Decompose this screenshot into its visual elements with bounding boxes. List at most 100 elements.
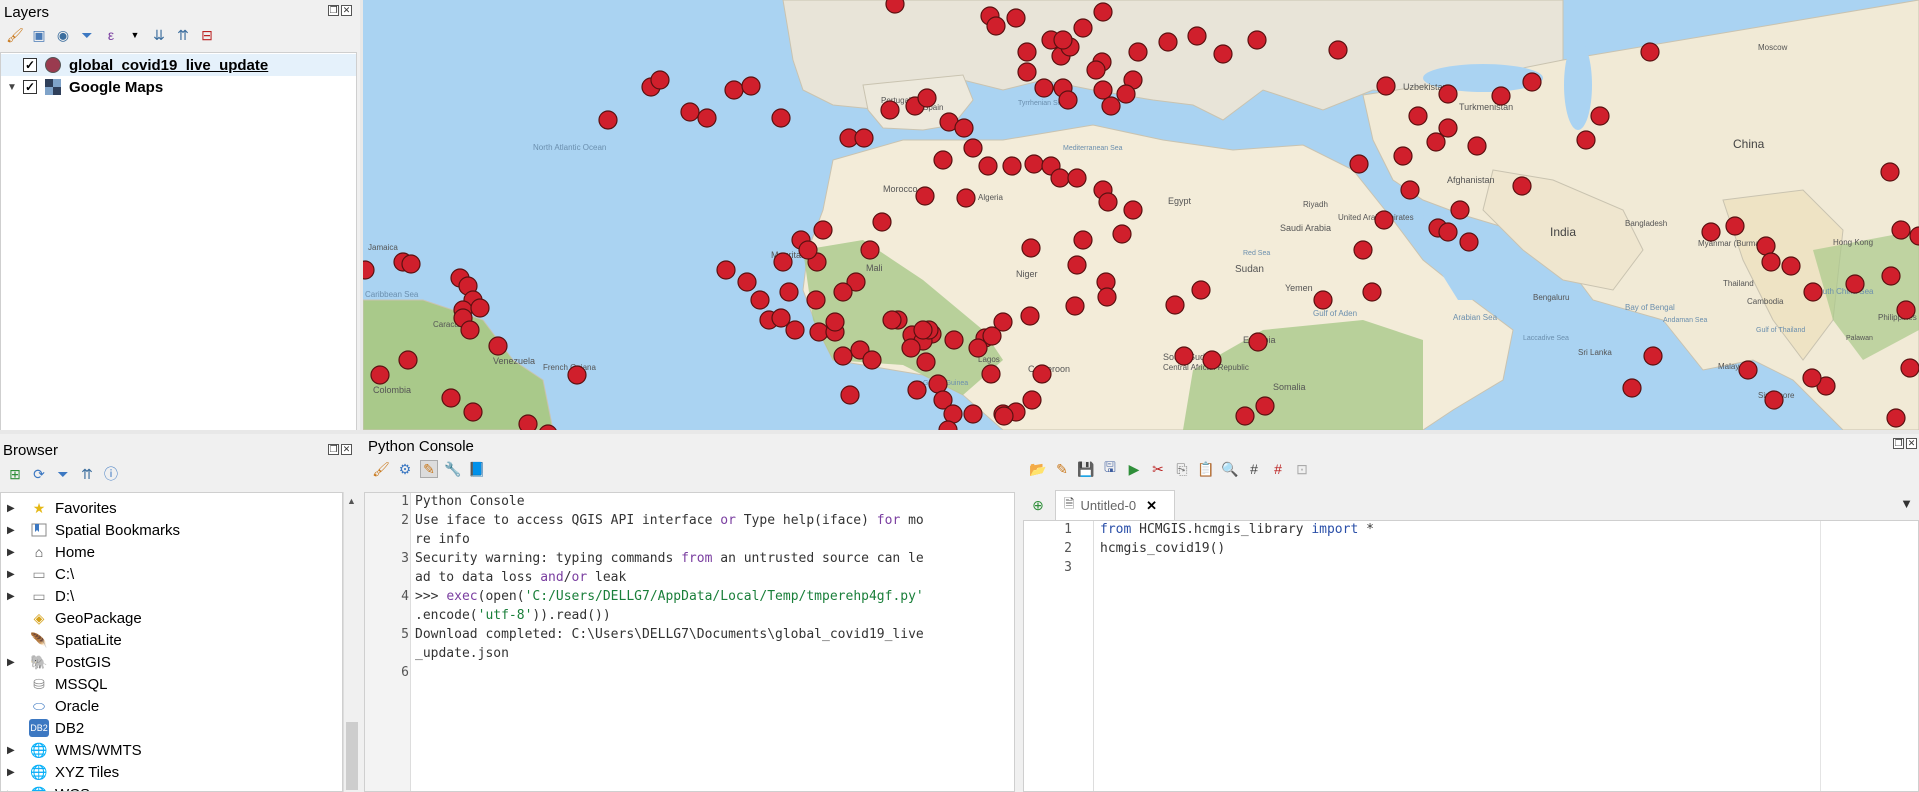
covid-point-marker[interactable]: [1738, 360, 1758, 380]
covid-point-marker[interactable]: [901, 338, 921, 358]
expand-arrow-icon[interactable]: ▶: [7, 591, 21, 602]
covid-point-marker[interactable]: [1067, 168, 1087, 188]
covid-point-marker[interactable]: [488, 336, 508, 356]
covid-point-marker[interactable]: [1725, 216, 1745, 236]
style-brush-icon[interactable]: 🖌: [6, 26, 24, 44]
covid-point-marker[interactable]: [1756, 236, 1776, 256]
covid-point-marker[interactable]: [741, 76, 761, 96]
manage-map-themes-icon[interactable]: ◉: [54, 26, 72, 44]
covid-point-marker[interactable]: [779, 282, 799, 302]
covid-point-marker[interactable]: [809, 322, 829, 342]
covid-point-marker[interactable]: [401, 254, 421, 274]
collapse-all-icon[interactable]: ⇈: [174, 26, 192, 44]
covid-point-marker[interactable]: [771, 108, 791, 128]
covid-point-marker[interactable]: [862, 350, 882, 370]
covid-point-marker[interactable]: [1174, 346, 1194, 366]
expand-arrow-icon[interactable]: ▶: [7, 745, 21, 756]
filter-icon[interactable]: ⏷: [54, 465, 72, 483]
covid-point-marker[interactable]: [833, 282, 853, 302]
code-editor[interactable]: 1 2 3 from HCMGIS.hcmgis_library import * h…: [1023, 520, 1919, 792]
covid-point-marker[interactable]: [650, 70, 670, 90]
covid-point-marker[interactable]: [724, 80, 744, 100]
covid-point-marker[interactable]: [813, 220, 833, 240]
covid-point-marker[interactable]: [825, 312, 845, 332]
covid-point-marker[interactable]: [1426, 132, 1446, 152]
covid-point-marker[interactable]: [860, 240, 880, 260]
covid-point-marker[interactable]: [1328, 40, 1348, 60]
browser-item-oracle[interactable]: ⬭ Oracle: [1, 695, 99, 717]
covid-point-marker[interactable]: [1191, 280, 1211, 300]
covid-point-marker[interactable]: [1438, 222, 1458, 242]
covid-point-marker[interactable]: [1024, 154, 1044, 174]
covid-point-marker[interactable]: [968, 338, 988, 358]
browser-item-d[interactable]: ▶ ▭ D:\: [1, 585, 74, 607]
open-file-icon[interactable]: 📂: [1029, 460, 1047, 478]
browser-item-spatialite[interactable]: 🪶 SpatiaLite: [1, 629, 121, 651]
covid-point-marker[interactable]: [441, 388, 461, 408]
open-in-external-editor-icon[interactable]: ✎: [1053, 460, 1071, 478]
covid-point-marker[interactable]: [1097, 287, 1117, 307]
new-tab-icon[interactable]: ⊕: [1029, 496, 1047, 514]
map-canvas[interactable]: North Atlantic Ocean Sudan Morocco Mauri…: [363, 0, 1919, 430]
covid-point-marker[interactable]: [716, 260, 736, 280]
close-icon[interactable]: ✕: [341, 444, 352, 455]
layer-item-covid[interactable]: ✓ global_covid19_live_update: [1, 54, 356, 76]
covid-point-marker[interactable]: [1093, 80, 1113, 100]
covid-point-marker[interactable]: [1781, 256, 1801, 276]
layer-visibility-checkbox[interactable]: ✓: [23, 58, 37, 72]
covid-point-marker[interactable]: [1128, 42, 1148, 62]
covid-point-marker[interactable]: [785, 320, 805, 340]
covid-point-marker[interactable]: [1248, 332, 1268, 352]
covid-point-marker[interactable]: [1393, 146, 1413, 166]
covid-point-marker[interactable]: [1891, 220, 1911, 240]
run-script-icon[interactable]: ▶: [1125, 460, 1143, 478]
covid-point-marker[interactable]: [1073, 18, 1093, 38]
filter-legend-icon[interactable]: ⏷: [78, 26, 96, 44]
cut-icon[interactable]: ✂: [1149, 460, 1167, 478]
covid-point-marker[interactable]: [1400, 180, 1420, 200]
covid-point-marker[interactable]: [1900, 358, 1919, 378]
covid-point-marker[interactable]: [963, 404, 983, 424]
covid-point-marker[interactable]: [1022, 390, 1042, 410]
options-icon[interactable]: 🔧: [444, 460, 462, 478]
covid-point-marker[interactable]: [1021, 238, 1041, 258]
covid-point-marker[interactable]: [994, 406, 1014, 426]
browser-item-home[interactable]: ▶ ⌂ Home: [1, 541, 95, 563]
covid-point-marker[interactable]: [882, 310, 902, 330]
covid-point-marker[interactable]: [978, 156, 998, 176]
expand-arrow-icon[interactable]: ▶: [7, 767, 21, 778]
covid-point-marker[interactable]: [1643, 346, 1663, 366]
expand-arrow-icon[interactable]: ▼: [1, 82, 23, 93]
covid-point-marker[interactable]: [1761, 252, 1781, 272]
covid-point-marker[interactable]: [1701, 222, 1721, 242]
browser-item-mssql[interactable]: ⛁ MSSQL: [1, 673, 107, 695]
browser-item-postgis[interactable]: ▶ 🐘 PostGIS: [1, 651, 111, 673]
covid-point-marker[interactable]: [1512, 176, 1532, 196]
covid-point-marker[interactable]: [1098, 192, 1118, 212]
covid-point-marker[interactable]: [963, 138, 983, 158]
covid-point-marker[interactable]: [1123, 200, 1143, 220]
covid-point-marker[interactable]: [370, 365, 390, 385]
covid-point-marker[interactable]: [1459, 232, 1479, 252]
tab-untitled-0[interactable]: 🗎 Untitled-0 ✕: [1055, 490, 1175, 520]
covid-point-marker[interactable]: [1802, 368, 1822, 388]
covid-point-marker[interactable]: [1032, 364, 1052, 384]
covid-point-marker[interactable]: [1376, 76, 1396, 96]
add-selected-layers-icon[interactable]: ⊞: [6, 465, 24, 483]
covid-point-marker[interactable]: [773, 252, 793, 272]
layer-visibility-checkbox[interactable]: ✓: [23, 80, 37, 94]
comment-icon[interactable]: #: [1245, 460, 1263, 478]
browser-item-db2[interactable]: DB2 DB2: [1, 717, 84, 739]
covid-point-marker[interactable]: [470, 298, 490, 318]
covid-point-marker[interactable]: [1522, 72, 1542, 92]
covid-point-marker[interactable]: [1845, 274, 1865, 294]
covid-point-marker[interactable]: [1093, 2, 1113, 22]
covid-point-marker[interactable]: [1067, 255, 1087, 275]
covid-point-marker[interactable]: [1017, 42, 1037, 62]
covid-point-marker[interactable]: [1213, 44, 1233, 64]
browser-item-geopackage[interactable]: ◈ GeoPackage: [1, 607, 142, 629]
covid-point-marker[interactable]: [1116, 84, 1136, 104]
covid-point-marker[interactable]: [1034, 78, 1054, 98]
covid-point-marker[interactable]: [1235, 406, 1255, 426]
covid-point-marker[interactable]: [1362, 282, 1382, 302]
